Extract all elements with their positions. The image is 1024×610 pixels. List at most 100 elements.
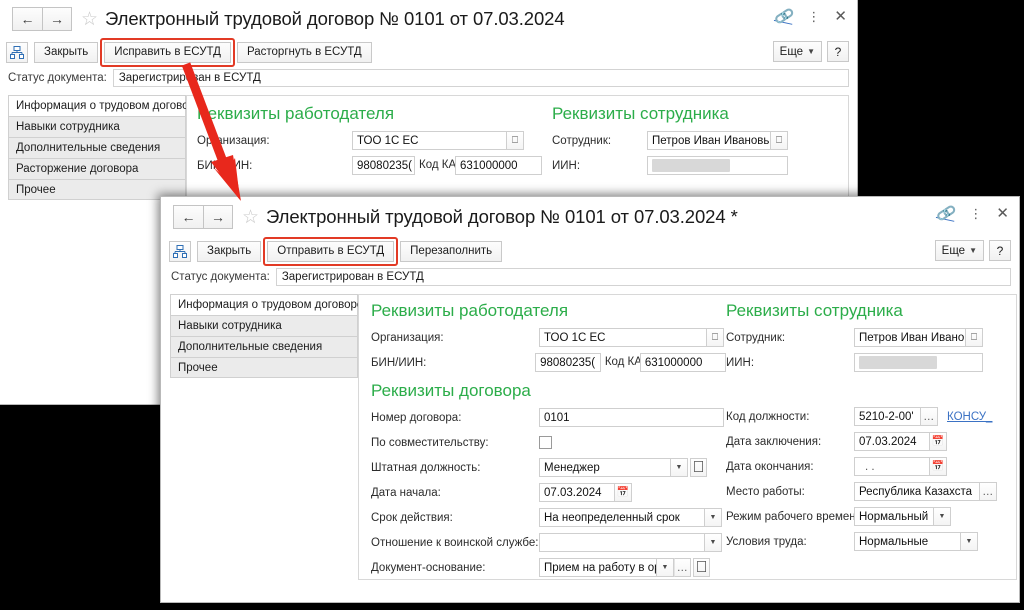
- sidebar-item-termination[interactable]: Расторжение договора: [8, 158, 186, 179]
- sidebar-item-other[interactable]: Прочее: [170, 357, 358, 378]
- back-window-nav[interactable]: ← →: [12, 7, 72, 31]
- status-field[interactable]: Зарегистрирован в ЕСУТД: [276, 268, 1011, 286]
- position-label: Штатная должность:: [371, 462, 539, 474]
- military-field[interactable]: [539, 533, 705, 552]
- duration-field[interactable]: На неопределенный срок: [539, 508, 705, 527]
- front-window-nav[interactable]: ← →: [173, 205, 233, 229]
- position-row: Штатная должность: Менеджер ▼ ⎕: [371, 455, 726, 480]
- sidebar-item-additional-info[interactable]: Дополнительные сведения: [170, 336, 358, 357]
- position-code-row: Код должности: 5210-2-00' … КОНСУ_: [726, 404, 1016, 429]
- sidebar-item-employee-skills[interactable]: Навыки сотрудника: [8, 116, 186, 137]
- help-button[interactable]: ?: [827, 41, 849, 62]
- part-time-checkbox[interactable]: [539, 436, 552, 449]
- chevron-down-icon[interactable]: ▼: [705, 533, 722, 552]
- conclusion-date-field[interactable]: 07.03.2024: [854, 432, 930, 451]
- sidebar-item-contract-info[interactable]: Информация о трудовом договоре: [170, 294, 358, 315]
- sidebar-item-contract-info[interactable]: Информация о трудовом договоре: [8, 95, 186, 116]
- more-button[interactable]: Еще ▼: [773, 41, 822, 62]
- base-document-open-icon[interactable]: ⎕: [693, 558, 710, 577]
- favorite-star-icon[interactable]: ☆: [81, 10, 98, 29]
- bin-field[interactable]: 98080235(: [535, 353, 601, 372]
- pick-ellipsis-icon[interactable]: …: [921, 407, 938, 426]
- report-structure-icon[interactable]: [6, 42, 28, 63]
- chevron-down-icon[interactable]: ▼: [671, 458, 688, 477]
- terminate-in-esutd-button[interactable]: Расторгнуть в ЕСУТД: [237, 42, 372, 63]
- contract-number-field[interactable]: 0101: [539, 408, 724, 427]
- employee-open-icon[interactable]: ⎕: [771, 131, 788, 150]
- kato-field[interactable]: 631000000: [455, 156, 542, 175]
- pick-ellipsis-icon[interactable]: …: [674, 558, 691, 577]
- back-arrow-icon[interactable]: ←: [12, 7, 42, 31]
- chevron-down-icon[interactable]: ▼: [705, 508, 722, 527]
- position-open-icon[interactable]: ⎕: [690, 458, 707, 477]
- chevron-down-icon[interactable]: ▼: [961, 532, 978, 551]
- sidebar-item-additional-info[interactable]: Дополнительные сведения: [8, 137, 186, 158]
- employee-section-heading: Реквизиты сотрудника: [726, 295, 986, 325]
- iin-field[interactable]: [854, 353, 983, 372]
- work-schedule-field[interactable]: Нормальный: [854, 507, 934, 526]
- position-code-field[interactable]: 5210-2-00': [854, 407, 921, 426]
- conclusion-date-label: Дата заключения:: [726, 436, 854, 448]
- help-button[interactable]: ?: [989, 240, 1011, 261]
- contract-number-label: Номер договора:: [371, 412, 539, 424]
- redacted-value: [859, 356, 937, 369]
- org-open-icon[interactable]: ⎕: [707, 328, 724, 347]
- link-icon[interactable]: 🔗: [935, 204, 956, 223]
- foreground-window[interactable]: ← → ☆ Электронный трудовой договор № 010…: [160, 196, 1020, 603]
- base-document-field[interactable]: Прием на работу в орг: [539, 558, 657, 577]
- consultant-link[interactable]: КОНСУ_: [947, 411, 992, 423]
- redacted-value: [652, 159, 730, 172]
- more-button[interactable]: Еще ▼: [935, 240, 984, 261]
- status-field[interactable]: Зарегистрирован в ЕСУТД: [113, 69, 849, 87]
- bin-label: БИН/ИИН:: [371, 357, 535, 369]
- iin-field[interactable]: [647, 156, 788, 175]
- org-open-icon[interactable]: ⎕: [507, 131, 524, 150]
- back-arrow-icon[interactable]: ←: [173, 205, 203, 229]
- position-field[interactable]: Менеджер: [539, 458, 671, 477]
- favorite-star-icon[interactable]: ☆: [242, 208, 259, 227]
- employee-field[interactable]: Петров Иван Ивановь: [854, 328, 966, 347]
- calendar-icon[interactable]: 📅: [930, 457, 947, 476]
- chevron-down-icon: ▼: [807, 47, 815, 56]
- link-icon[interactable]: 🔗: [773, 7, 794, 26]
- org-field[interactable]: ТОО 1С ЕС: [352, 131, 507, 150]
- fix-in-esutd-button[interactable]: Исправить в ЕСУТД: [104, 42, 231, 63]
- end-date-field[interactable]: . .: [854, 457, 930, 476]
- bin-label: БИН/ИИН:: [197, 160, 352, 172]
- pick-ellipsis-icon[interactable]: …: [980, 482, 997, 501]
- sidebar-item-employee-skills[interactable]: Навыки сотрудника: [170, 315, 358, 336]
- back-window-status-row: Статус документа: Зарегистрирован в ЕСУТ…: [0, 66, 857, 91]
- chevron-down-icon[interactable]: ▼: [934, 507, 951, 526]
- base-document-label: Документ-основание:: [371, 562, 539, 574]
- bin-field[interactable]: 98080235(: [352, 156, 415, 175]
- close-icon[interactable]: ✕: [996, 206, 1009, 221]
- employee-open-icon[interactable]: ⎕: [966, 328, 983, 347]
- work-conditions-label: Условия труда:: [726, 536, 854, 548]
- chevron-down-icon[interactable]: ▼: [657, 558, 674, 577]
- org-label: Организация:: [371, 332, 539, 344]
- desktop-background-right: [858, 0, 1024, 196]
- employer-column: Реквизиты работодателя Организация: ТОО …: [371, 295, 726, 375]
- workplace-label: Место работы:: [726, 486, 854, 498]
- employee-field[interactable]: Петров Иван Ивановь: [647, 131, 771, 150]
- refill-button[interactable]: Перезаполнить: [400, 241, 502, 262]
- close-icon[interactable]: ✕: [834, 9, 847, 24]
- back-window-toolbar: Закрыть Исправить в ЕСУТД Расторгнуть в …: [0, 38, 857, 66]
- send-to-esutd-button[interactable]: Отправить в ЕСУТД: [267, 241, 394, 262]
- start-date-field[interactable]: 07.03.2024: [539, 483, 615, 502]
- org-field[interactable]: ТОО 1С ЕС: [539, 328, 707, 347]
- report-structure-icon[interactable]: [169, 241, 191, 262]
- work-conditions-field[interactable]: Нормальные: [854, 532, 961, 551]
- close-button[interactable]: Закрыть: [197, 241, 261, 262]
- position-code-label: Код должности:: [726, 411, 854, 423]
- close-button[interactable]: Закрыть: [34, 42, 98, 63]
- forward-arrow-icon[interactable]: →: [42, 7, 72, 31]
- kato-field[interactable]: 631000000: [640, 353, 726, 372]
- calendar-icon[interactable]: 📅: [615, 483, 632, 502]
- front-window-toolbar-right: Еще ▼ ?: [935, 240, 1011, 261]
- kebab-menu-icon[interactable]: ⋮: [969, 207, 982, 220]
- kebab-menu-icon[interactable]: ⋮: [807, 10, 820, 23]
- workplace-field[interactable]: Республика Казахста: [854, 482, 980, 501]
- forward-arrow-icon[interactable]: →: [203, 205, 233, 229]
- calendar-icon[interactable]: 📅: [930, 432, 947, 451]
